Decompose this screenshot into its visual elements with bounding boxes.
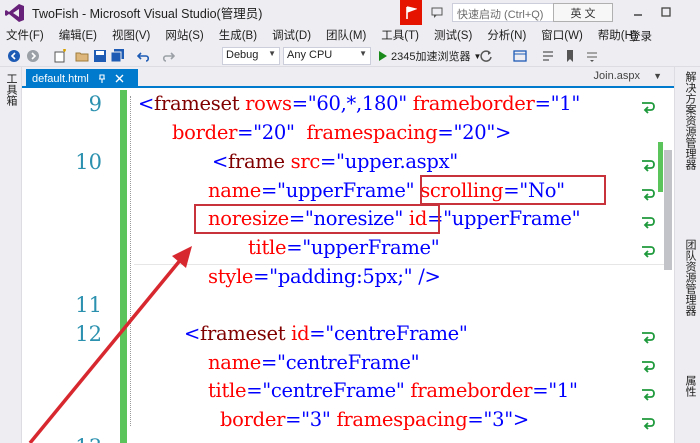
left-tool-strip: 工具箱 [0,67,22,443]
open-file-icon[interactable] [74,48,90,64]
play-icon [379,51,387,61]
new-project-icon[interactable] [52,48,68,64]
window-title: TwoFish - Microsoft Visual Studio(管理员) [32,7,263,21]
sign-in-link[interactable]: 登录 [629,28,652,44]
minimize-icon[interactable] [628,4,648,20]
code-editor[interactable]: 9 10 11 12 13 <frameset rows="60,*,180" … [22,90,674,443]
menu-bar: 文件(F) 编辑(E) 视图(V) 网站(S) 生成(B) 调试(D) 团队(M… [0,25,700,45]
ime-mode-label: 英 [570,7,582,20]
chevron-down-icon: ▼ [359,49,367,58]
annotation-arrow-icon [28,246,192,443]
menu-test[interactable]: 测试(S) [434,27,472,43]
comment-icon[interactable] [540,48,556,64]
save-icon[interactable] [92,48,108,64]
save-all-icon[interactable] [110,48,126,64]
tab-overflow-chevron-down-icon[interactable]: ▼ [653,71,662,81]
ime-extra-label: 文 [584,7,596,20]
ime-indicator[interactable]: 英 文 [553,3,613,22]
feedback-icon[interactable] [430,4,444,20]
platform-dropdown[interactable]: Any CPU ▼ [283,47,371,65]
refresh-icon[interactable] [478,48,494,64]
configuration-dropdown[interactable]: Debug ▼ [222,47,280,65]
right-tool-strip: 解决方案资源管理器 团队资源管理器 属性 [674,67,700,443]
menu-window[interactable]: 窗口(W) [541,27,583,43]
run-button[interactable]: 2345加速浏览器 ▼ [378,48,481,64]
toolbox-tab[interactable]: 工具箱 [3,73,19,106]
configuration-value: Debug [226,49,259,61]
back-icon[interactable] [6,48,22,64]
tab-label: default.html [32,72,89,85]
menu-build[interactable]: 生成(B) [219,27,257,43]
menu-file[interactable]: 文件(F) [6,27,44,43]
menu-website[interactable]: 网站(S) [165,27,203,43]
chevron-down-icon: ▼ [268,49,276,58]
undo-icon[interactable] [136,48,152,64]
properties-tab[interactable]: 属性 [682,375,698,397]
standard-toolbar: Debug ▼ Any CPU ▼ 2345加速浏览器 ▼ [0,45,700,67]
redo-icon[interactable] [160,48,176,64]
maximize-icon[interactable] [656,4,676,20]
pin-icon[interactable] [97,73,107,84]
menu-edit[interactable]: 编辑(E) [59,27,97,43]
close-icon[interactable] [115,74,124,83]
forward-icon[interactable] [25,48,41,64]
menu-tools[interactable]: 工具(T) [381,27,419,43]
tab-join-aspx[interactable]: Join.aspx [594,70,640,82]
notification-flag-icon[interactable] [400,0,422,25]
menu-view[interactable]: 视图(V) [112,27,150,43]
solution-explorer-tab[interactable]: 解决方案资源管理器 [682,71,698,170]
toolbar-more-icon[interactable] [584,48,600,64]
browser-link-icon[interactable] [512,48,528,64]
menu-team[interactable]: 团队(M) [326,27,366,43]
team-explorer-tab[interactable]: 团队资源管理器 [682,239,698,316]
document-tab-strip: default.html Join.aspx ▼ [22,67,674,88]
bookmark-icon[interactable] [562,48,578,64]
menu-analyze[interactable]: 分析(N) [487,27,526,43]
run-button-label: 2345加速浏览器 [391,51,471,63]
tab-default-html[interactable]: default.html [26,69,138,88]
menu-debug[interactable]: 调试(D) [272,27,311,43]
platform-value: Any CPU [287,49,333,61]
visual-studio-logo-icon [4,2,26,24]
